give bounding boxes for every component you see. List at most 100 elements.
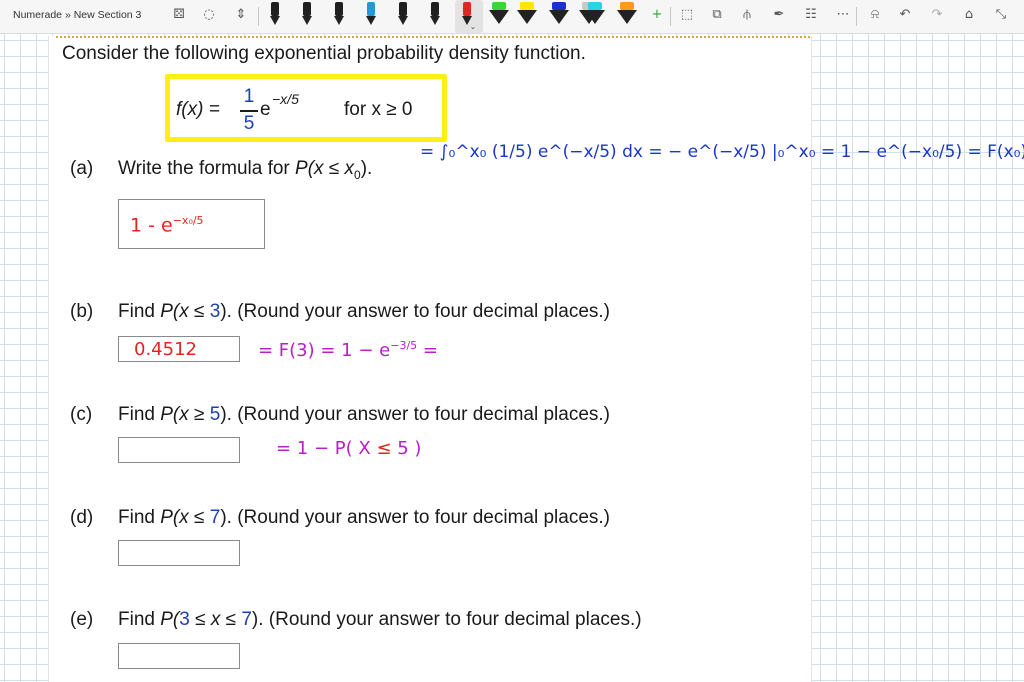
part-b-prompt-post: ). (Round your answer to four decimal pl… (220, 301, 610, 322)
highlighter-blue[interactable] (548, 2, 570, 28)
part-a-prompt-pre: Write the formula for (118, 158, 296, 179)
highlighter-body (620, 2, 634, 10)
pen-body (271, 2, 279, 16)
pen-blue[interactable] (364, 2, 378, 28)
toolbar-separator (258, 7, 259, 26)
toolbar-separator (856, 7, 857, 26)
part-a-prompt-math: P(x ≤ x (295, 158, 355, 179)
part-e-prompt-num2: 7 (241, 609, 252, 630)
formula-lhs-text: f(x) = (176, 99, 220, 120)
pen-body (399, 2, 407, 16)
part-c-prompt-num: 5 (209, 404, 221, 425)
toolbar-separator (670, 7, 671, 26)
part-b-handwritten-work: = F(3) = 1 − e−3/5 = (258, 339, 438, 361)
part-a-prompt: Write the formula for P(x ≤ x0). (118, 158, 372, 182)
text-lasso-icon[interactable]: ⚄ (170, 6, 188, 24)
pen-body (303, 2, 311, 16)
highlighter-body (492, 2, 506, 10)
highlighter-orange[interactable] (616, 2, 638, 28)
pen-tip (430, 16, 440, 25)
part-b-prompt-pre: Find (118, 301, 161, 322)
pen-tip (366, 16, 376, 25)
pen-black-5[interactable] (428, 2, 442, 28)
highlighter-yellow[interactable] (516, 2, 538, 28)
highlighter-cyan[interactable] (584, 2, 606, 28)
part-a-answer-main: 1 - e (130, 214, 173, 237)
question-intro: Consider the following exponential proba… (62, 43, 586, 64)
part-c-work-sym: ≤ (376, 438, 392, 459)
part-b-work-main: = F(3) = 1 − e (258, 340, 391, 361)
redo-icon[interactable]: ↷ (928, 6, 946, 24)
part-d-answer-box[interactable] (118, 540, 240, 566)
part-c-prompt-post: ). (Round your answer to four decimal pl… (220, 404, 610, 425)
more-icon[interactable]: ⋯ (834, 6, 852, 24)
pen-black-1[interactable] (268, 2, 282, 28)
ink-to-shape-icon[interactable]: ⬚ (678, 6, 696, 24)
toolbar: Numerade » New Section 3 ⚄ ◌ ⇕ ⌄ + ⬚ ⧉ ⫛… (0, 0, 1024, 34)
part-e-prompt-mid: ≤ x ≤ (189, 609, 242, 630)
part-a-handwritten-work: = ∫₀^x₀ (1/5) e^(−x/5) dx = − e^(−x/5) |… (420, 142, 1024, 162)
part-e-answer-box[interactable] (118, 643, 240, 669)
formula-condition: for x ≥ 0 (344, 99, 413, 120)
part-e-label: (e) (70, 609, 94, 630)
highlighter-body (552, 2, 566, 10)
formula-base: e (260, 99, 271, 120)
part-c-prompt-math: P(x ≥ (160, 404, 210, 425)
pen-black-4[interactable] (396, 2, 410, 28)
part-e-prompt-math: P( (160, 609, 180, 630)
highlighter-green[interactable] (488, 2, 510, 28)
ruler-icon[interactable]: ✒ (770, 6, 788, 24)
pen-black-2[interactable] (300, 2, 314, 28)
chevron-down-icon[interactable]: ⌄ (468, 18, 478, 36)
part-a-label: (a) (70, 158, 94, 179)
highlighter-tip (489, 10, 509, 24)
share-icon[interactable]: ⌂ (960, 6, 978, 24)
part-c-handwritten-work: = 1 − P( X ≤ 5 ) (276, 438, 421, 459)
part-c-label: (c) (70, 404, 93, 425)
pen-body (463, 2, 471, 16)
breadcrumb[interactable]: Numerade » New Section 3 (13, 9, 141, 21)
add-pen-icon[interactable]: + (648, 6, 666, 24)
part-a-answer-exp: −x₀/5 (172, 214, 204, 227)
part-d-label: (d) (70, 507, 94, 528)
part-d-prompt-post: ). (Round your answer to four decimal pl… (220, 507, 610, 528)
highlighter-tip (517, 10, 537, 24)
highlighter-body (520, 2, 534, 10)
part-c-work-post: 5 ) (391, 438, 422, 459)
pen-body (335, 2, 343, 16)
formula-numerator: 1 (243, 86, 255, 107)
format-icon[interactable]: ☷ (802, 6, 820, 24)
insert-space-icon[interactable]: ⇕ (232, 6, 250, 24)
part-d-prompt-num: 7 (209, 507, 221, 528)
pen-black-3[interactable] (332, 2, 346, 28)
part-b-work-exp: −3/5 (390, 339, 418, 352)
highlighter-body (588, 2, 602, 10)
part-a-handwritten-answer: 1 - e−x₀/5 (130, 214, 204, 236)
formula-lhs: f(x) = (176, 99, 220, 121)
part-b-prompt: Find P(x ≤ 3). (Round your answer to fou… (118, 301, 610, 323)
part-a-prompt-sub: 0 (354, 167, 361, 182)
part-e-prompt-num: 3 (179, 609, 190, 630)
part-b-prompt-math: P(x ≤ (160, 301, 210, 322)
part-e-prompt: Find P(3 ≤ x ≤ 7). (Round your answer to… (118, 609, 642, 631)
fraction-bar (240, 110, 258, 112)
pen-tip (398, 16, 408, 25)
ink-to-math-icon[interactable]: ⫛ (738, 6, 756, 24)
collapse-icon[interactable]: ⤡ (992, 6, 1010, 24)
pen-body (367, 2, 375, 16)
part-a-prompt-post: ). (360, 158, 373, 179)
part-d-prompt-pre: Find (118, 507, 161, 528)
lasso-select-icon[interactable]: ◌ (200, 6, 218, 24)
part-c-prompt-pre: Find (118, 404, 161, 425)
part-c-answer-box[interactable] (118, 437, 240, 463)
undo-icon[interactable]: ↶ (896, 6, 914, 24)
pen-tip (270, 16, 280, 25)
formula-denominator: 5 (243, 113, 255, 134)
highlighter-tip (585, 10, 605, 24)
part-b-work-tail: = (422, 340, 438, 361)
ink-to-text-icon[interactable]: ⧉ (708, 6, 726, 24)
part-d-prompt: Find P(x ≤ 7). (Round your answer to fou… (118, 507, 610, 529)
part-d-prompt-math: P(x ≤ (160, 507, 210, 528)
notification-bell-icon[interactable]: ⍾ (866, 6, 884, 24)
pen-tip (302, 16, 312, 25)
